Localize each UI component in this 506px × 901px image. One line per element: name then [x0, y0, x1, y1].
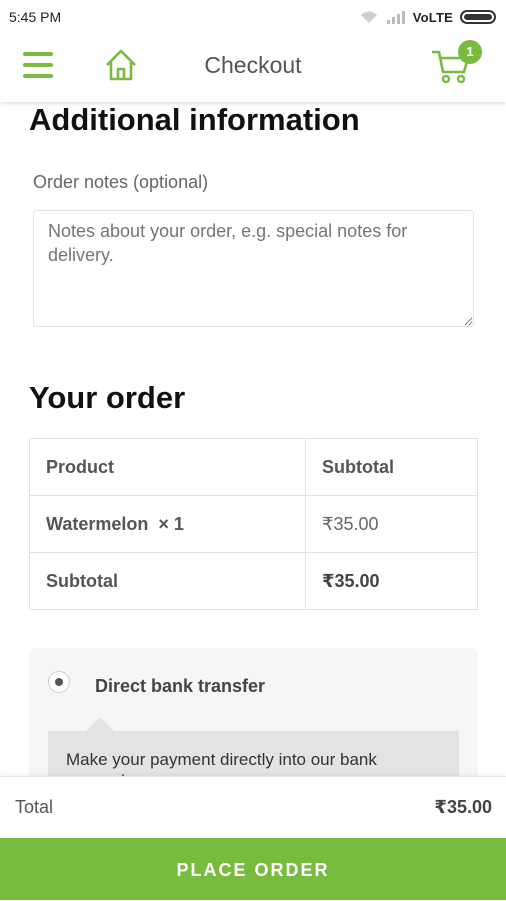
subtotal-value: ₹35.00 — [305, 552, 478, 610]
order-table: Product Subtotal Watermelon × 1 ₹35.00 S… — [29, 438, 478, 610]
product-price: ₹35.00 — [305, 495, 478, 553]
signal-icon — [386, 11, 405, 24]
payment-description: Make your payment directly into our bank… — [48, 717, 459, 776]
status-time: 5:45 PM — [9, 9, 62, 25]
subtotal-row: Subtotal ₹35.00 — [29, 552, 478, 610]
status-bar: 5:45 PM VoLTE — [0, 0, 506, 34]
battery-icon — [460, 10, 496, 24]
payment-radio-bank-transfer[interactable] — [48, 671, 70, 693]
total-bar: Total ₹35.00 — [0, 776, 506, 838]
product-cell: Watermelon × 1 — [29, 495, 306, 553]
status-icons: VoLTE — [359, 9, 496, 25]
product-name: Watermelon — [46, 513, 149, 534]
subtotal-label: Subtotal — [29, 552, 306, 610]
total-value: ₹35.00 — [434, 797, 492, 817]
column-header-subtotal: Subtotal — [305, 438, 478, 496]
payment-label-bank-transfer[interactable]: Direct bank transfer — [95, 676, 265, 697]
app-bar: Checkout 1 — [0, 34, 506, 102]
network-label: VoLTE — [412, 9, 453, 25]
place-order-button[interactable]: PLACE ORDER — [0, 838, 506, 900]
wifi-icon — [360, 11, 377, 23]
total-label: Total — [15, 797, 54, 817]
checkout-content: Additional information Order notes (opti… — [0, 102, 506, 776]
order-notes-input[interactable] — [33, 210, 474, 327]
payment-methods: Direct bank transfer Make your payment d… — [29, 648, 478, 776]
additional-info-heading: Additional information — [29, 102, 360, 137]
your-order-heading: Your order — [29, 380, 186, 415]
column-header-product: Product — [29, 438, 306, 496]
table-header-row: Product Subtotal — [29, 438, 478, 496]
order-notes-label: Order notes (optional) — [33, 172, 209, 192]
product-qty: × 1 — [158, 513, 184, 534]
cart-count-badge: 1 — [458, 40, 482, 64]
table-row: Watermelon × 1 ₹35.00 — [29, 495, 478, 553]
